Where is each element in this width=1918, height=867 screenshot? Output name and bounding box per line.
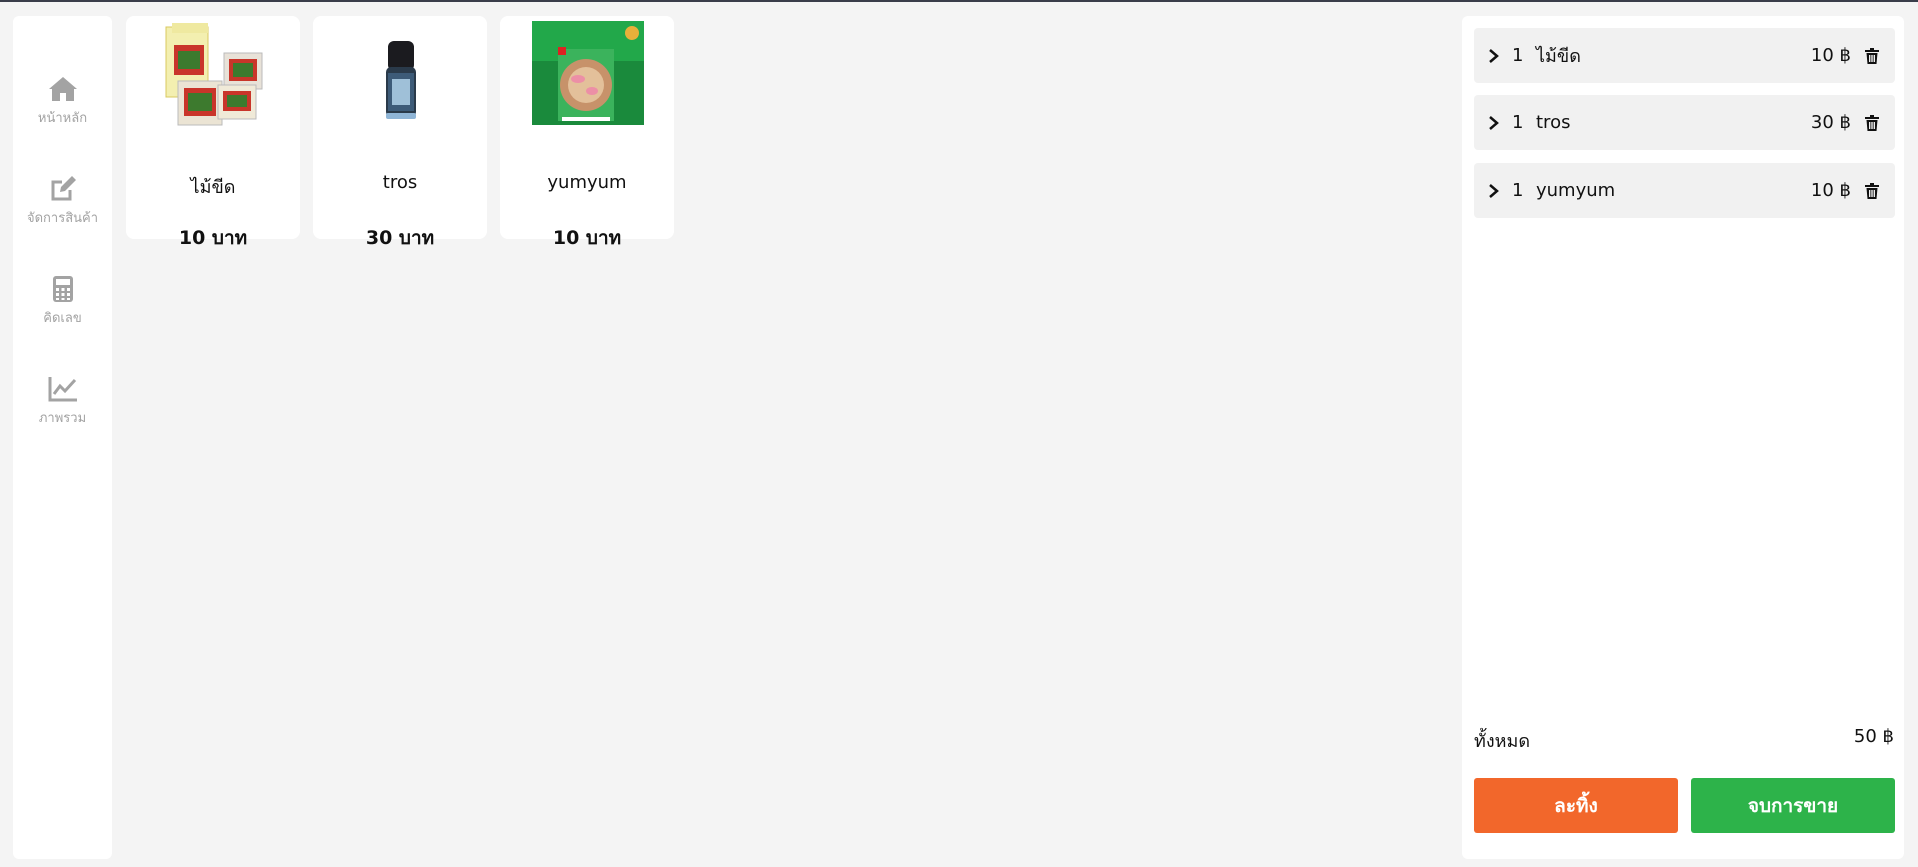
cart-item-name: yumyum (1536, 180, 1616, 201)
product-price: 30 บาท (365, 227, 435, 249)
chevron-right-icon[interactable] (1488, 115, 1508, 131)
cart-item: 1 yumyum 10 ฿ (1474, 163, 1895, 218)
trash-icon[interactable] (1865, 47, 1883, 64)
product-image-matches (158, 21, 270, 136)
sidebar: หน้าหลัก จัดการสินค้า คิดเลข ภาพรวม (13, 16, 112, 859)
product-card[interactable]: tros 30 บาท (313, 16, 487, 249)
discard-button[interactable]: ละทิ้ง (1474, 778, 1678, 833)
cart-item-qty: 1 (1512, 180, 1524, 201)
nav-item-manage-products[interactable]: จัดการสินค้า (13, 174, 112, 244)
product-card[interactable]: yumyum 10 บาท (500, 16, 674, 249)
chevron-right-icon[interactable] (1488, 183, 1508, 199)
total-label: ทั้งหมด (1474, 731, 1531, 752)
product-image-yumyum (532, 21, 644, 136)
cart-panel: 1 ไม้ขีด 10 ฿ 1 tros 30 ฿ 1 yumyum 10 ฿ … (1462, 16, 1904, 859)
nav-item-home[interactable]: หน้าหลัก (13, 74, 112, 144)
product-price: 10 บาท (552, 227, 622, 249)
cart-item-price: 30 ฿ (1810, 112, 1851, 133)
cart-item-name: tros (1536, 112, 1571, 133)
cart-item-name: ไม้ขีด (1536, 46, 1581, 67)
product-image-tros (345, 21, 457, 136)
nav-label-home: หน้าหลัก (37, 111, 88, 126)
calculator-icon (47, 274, 79, 304)
cart-item-qty: 1 (1512, 112, 1524, 133)
edit-icon (47, 174, 79, 204)
product-name: yumyum (547, 172, 627, 193)
nav-label-calculator: คิดเลข (43, 311, 82, 326)
cart-item-price: 10 ฿ (1810, 45, 1851, 66)
cart-item-price: 10 ฿ (1810, 180, 1851, 201)
home-icon (47, 74, 79, 104)
chevron-right-icon[interactable] (1488, 48, 1508, 64)
cart-item: 1 tros 30 ฿ (1474, 95, 1895, 150)
trash-icon[interactable] (1865, 182, 1883, 199)
total-value: 50 ฿ (1853, 726, 1894, 747)
nav-label-manage-products: จัดการสินค้า (26, 211, 99, 226)
finish-sale-button[interactable]: จบการขาย (1691, 778, 1895, 833)
product-card[interactable]: ไม้ขีด 10 บาท (126, 16, 300, 249)
cart-item: 1 ไม้ขีด 10 ฿ (1474, 28, 1895, 83)
product-price: 10 บาท (178, 227, 248, 249)
top-border (0, 0, 1918, 2)
nav-item-calculator[interactable]: คิดเลข (13, 274, 112, 344)
nav-item-overview[interactable]: ภาพรวม (13, 374, 112, 444)
cart-item-qty: 1 (1512, 45, 1524, 66)
product-name: tros (382, 172, 418, 193)
trash-icon[interactable] (1865, 114, 1883, 131)
product-name: ไม้ขีด (190, 177, 236, 198)
nav-label-overview: ภาพรวม (38, 411, 87, 426)
chart-line-icon (47, 374, 79, 404)
